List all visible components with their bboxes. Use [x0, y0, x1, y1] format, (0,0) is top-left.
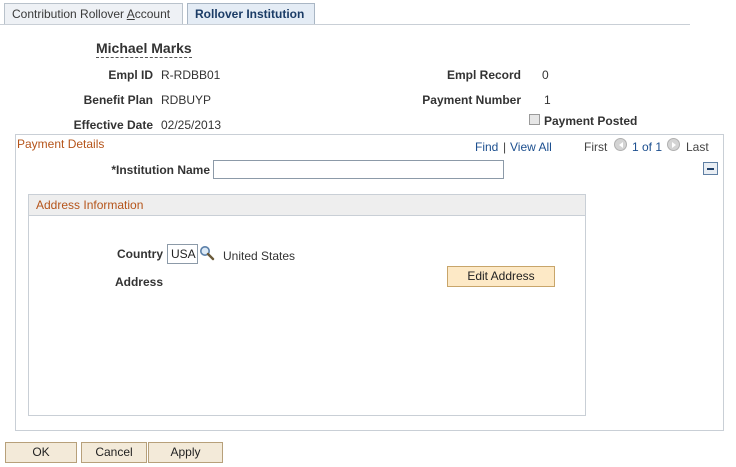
address-information-box	[28, 194, 586, 416]
benefit-plan-value: RDBUYP	[161, 93, 212, 107]
ok-button[interactable]: OK	[5, 442, 77, 463]
country-name: United States	[223, 249, 296, 263]
payment-posted-label: Payment Posted	[544, 114, 638, 128]
lookup-icon[interactable]	[199, 245, 215, 261]
tab-label-accesskey: A	[126, 7, 135, 21]
empl-record-value: 0	[542, 68, 549, 82]
pager-count: 1 of 1	[632, 140, 663, 154]
tab-contribution-rollover-account[interactable]: Contribution Rollover Account	[4, 3, 183, 24]
payment-number-value: 1	[544, 93, 551, 107]
delete-row-icon[interactable]	[703, 162, 718, 175]
empl-id-label: Empl ID	[108, 68, 153, 82]
edit-address-button[interactable]: Edit Address	[447, 266, 555, 287]
payment-posted-checkbox[interactable]	[529, 114, 540, 125]
empl-id-value: R-RDBB01	[161, 68, 221, 82]
find-link[interactable]: Find	[475, 140, 498, 154]
view-all-link[interactable]: View All	[510, 140, 552, 154]
nav-separator: |	[503, 140, 507, 154]
effective-date-value: 02/25/2013	[161, 118, 222, 132]
cancel-button[interactable]: Cancel	[81, 442, 147, 463]
last-label: Last	[686, 140, 709, 154]
empl-record-label: Empl Record	[446, 68, 521, 82]
address-label: Address	[114, 275, 163, 289]
institution-name-input[interactable]	[213, 160, 504, 179]
tab-rollover-institution[interactable]: Rollover Institution	[187, 3, 315, 24]
first-label: First	[584, 140, 608, 154]
employee-name: Michael Marks	[96, 40, 192, 58]
tab-label: Rollover Institution	[195, 7, 305, 21]
apply-button[interactable]: Apply	[148, 442, 223, 463]
payment-details-title: Payment Details	[17, 137, 105, 151]
effective-date-label: Effective Date	[73, 118, 153, 132]
tab-label-part: ccount	[134, 7, 171, 21]
previous-row-icon[interactable]	[614, 138, 627, 151]
benefit-plan-label: Benefit Plan	[83, 93, 153, 107]
address-information-title: Address Information	[36, 198, 144, 212]
next-row-icon[interactable]	[667, 138, 680, 151]
tab-label-part: Contribution Rollover	[12, 7, 127, 21]
institution-name-label: *Institution Name	[111, 163, 210, 177]
country-label: Country	[117, 247, 163, 261]
payment-number-label: Payment Number	[422, 93, 521, 107]
country-input[interactable]: USA	[167, 244, 198, 264]
